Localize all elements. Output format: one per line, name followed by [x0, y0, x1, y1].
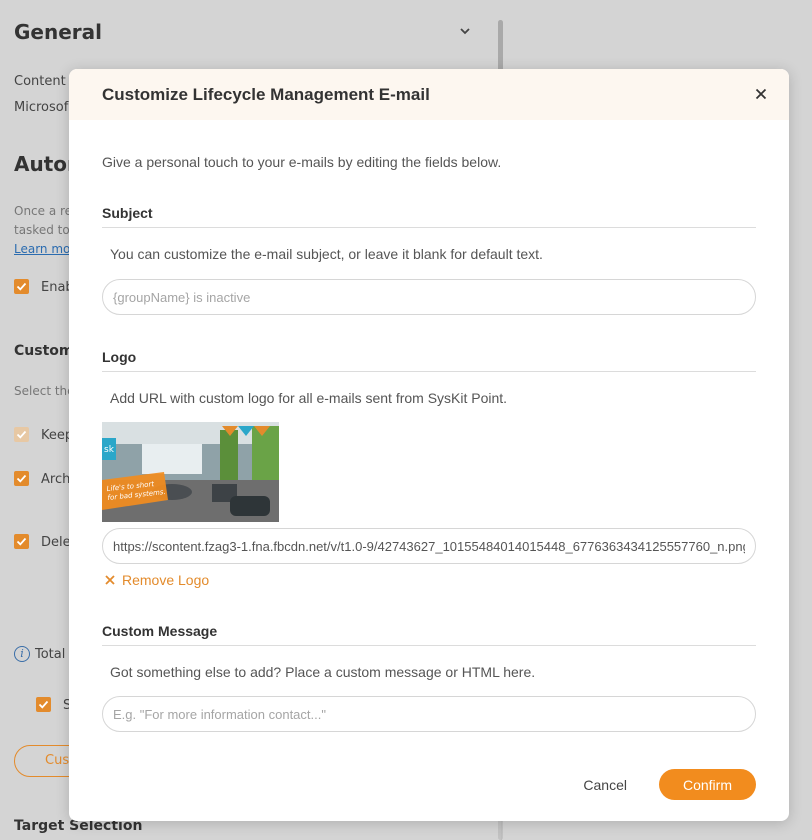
- learn-more-link[interactable]: Learn mo: [14, 242, 70, 256]
- enable-checkbox[interactable]: [14, 279, 29, 294]
- office-photo: sk: [102, 422, 279, 522]
- dialog-title: Customize Lifecycle Management E-mail: [102, 85, 430, 104]
- confirm-button[interactable]: Confirm: [659, 769, 756, 800]
- s-checkbox[interactable]: [36, 697, 51, 712]
- chevron-down-icon[interactable]: [458, 24, 472, 38]
- description-line-1: Once a re: [14, 204, 73, 218]
- close-icon[interactable]: [753, 86, 769, 102]
- delete-label: Dele: [41, 535, 71, 550]
- custom-message-description: Got something else to add? Place a custo…: [110, 664, 536, 680]
- custom-message-section-title: Custom Message: [102, 623, 756, 646]
- info-icon: i: [14, 646, 30, 662]
- delete-checkbox[interactable]: [14, 534, 29, 549]
- checkmark-icon: [16, 474, 27, 483]
- custom-message-input[interactable]: [102, 696, 756, 732]
- description-line-2: tasked to: [14, 223, 70, 237]
- x-icon: [105, 575, 115, 585]
- logo-url-input[interactable]: [102, 528, 756, 564]
- subject-input[interactable]: [102, 279, 756, 315]
- dialog-body: Give a personal touch to your e-mails by…: [69, 154, 789, 732]
- keep-checkbox[interactable]: [14, 427, 29, 442]
- archive-label: Arch: [41, 472, 71, 487]
- section-heading-general: General: [14, 20, 102, 44]
- svg-text:sk: sk: [104, 445, 115, 455]
- subject-description: You can customize the e-mail subject, or…: [110, 246, 543, 262]
- microsoft-label: Microsof: [14, 100, 69, 115]
- remove-logo-label: Remove Logo: [122, 572, 210, 588]
- archive-checkbox[interactable]: [14, 471, 29, 486]
- dialog-header: Customize Lifecycle Management E-mail: [69, 69, 789, 120]
- total-label: Total: [35, 647, 66, 662]
- select-label: Select the: [14, 384, 75, 398]
- cancel-button[interactable]: Cancel: [583, 777, 627, 793]
- checkmark-icon: [38, 700, 49, 709]
- checkmark-icon: [16, 537, 27, 546]
- logo-description: Add URL with custom logo for all e-mails…: [110, 390, 508, 406]
- customize-email-dialog: Customize Lifecycle Management E-mail Gi…: [69, 69, 789, 821]
- content-label: Content: [14, 74, 66, 89]
- remove-logo-button[interactable]: Remove Logo: [104, 572, 209, 588]
- dialog-footer: Cancel Confirm: [583, 769, 756, 800]
- checkmark-icon: [16, 430, 27, 439]
- logo-section-title: Logo: [102, 349, 756, 372]
- logo-preview-image: sk Life's to short for bad systems.: [102, 422, 279, 522]
- checkmark-icon: [16, 282, 27, 291]
- dialog-intro: Give a personal touch to your e-mails by…: [102, 154, 502, 170]
- subject-section-title: Subject: [102, 205, 756, 228]
